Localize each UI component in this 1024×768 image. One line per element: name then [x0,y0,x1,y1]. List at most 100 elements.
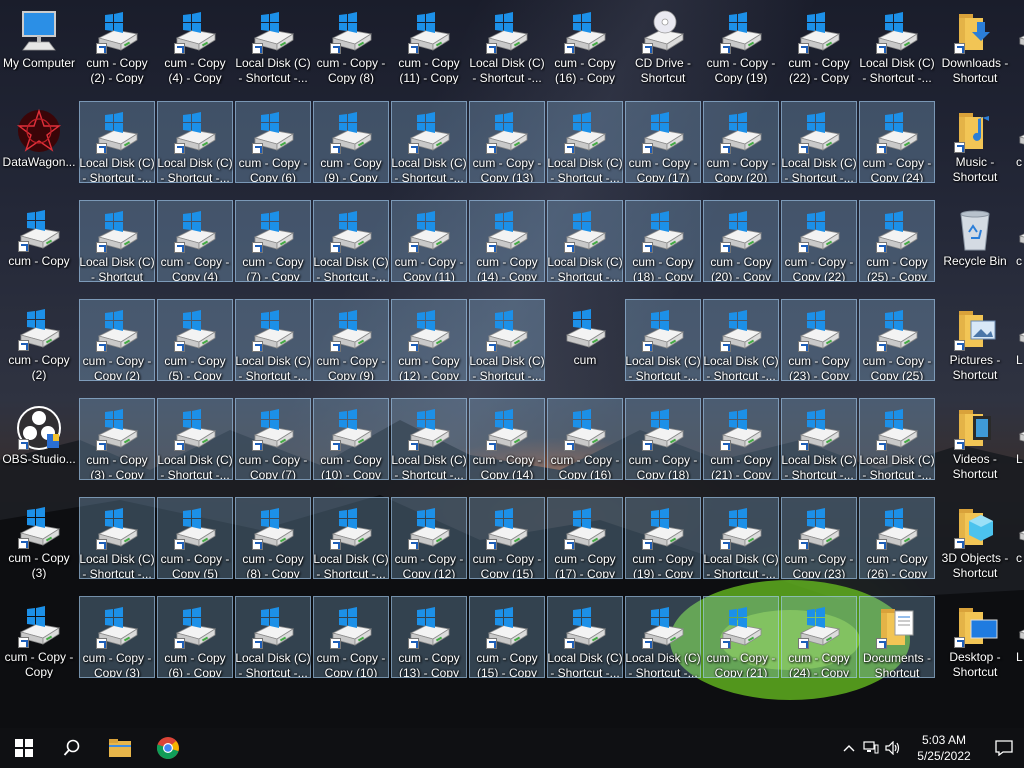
desktop-icon-r3c10[interactable]: cum - Copy - Copy (25) [859,299,935,381]
desktop-icon-r6c7[interactable]: Local Disk (C) - Shortcut -... [625,596,701,678]
desktop-icon-left-5[interactable]: cum - Copy (3) [1,497,77,579]
desktop-icon-edge-6[interactable]: L [1014,596,1024,678]
desktop[interactable]: My Computer DataWagon... cum - Copy cum - C… [0,0,1024,728]
desktop-icon-r4c2[interactable]: cum - Copy - Copy (7) [235,398,311,480]
desktop-icon-r2c1[interactable]: cum - Copy - Copy (4) [157,200,233,282]
desktop-icon-right-2[interactable]: Recycle Bin [937,200,1013,282]
desktop-icon-r4c10[interactable]: Local Disk (C) - Shortcut -... [859,398,935,480]
desktop-icon-edge-4[interactable]: L [1014,398,1024,480]
desktop-icon-r1c0[interactable]: Local Disk (C) - Shortcut -... [79,101,155,183]
desktop-icon-r1c8[interactable]: cum - Copy - Copy (20) [703,101,779,183]
desktop-icon-right-4[interactable]: Videos - Shortcut [937,398,1013,480]
desktop-icon-r3c9[interactable]: cum - Copy (23) - Copy [781,299,857,381]
tray-overflow-button[interactable] [838,728,860,768]
desktop-icon-r6c1[interactable]: cum - Copy (6) - Copy [157,596,233,678]
desktop-icon-r4c7[interactable]: cum - Copy - Copy (18) [625,398,701,480]
desktop-icon-r1c1[interactable]: Local Disk (C) - Shortcut -... [157,101,233,183]
desktop-icon-r0c10[interactable]: Local Disk (C) - Shortcut -... [859,2,935,84]
desktop-icon-r5c3[interactable]: Local Disk (C) - Shortcut -... [313,497,389,579]
desktop-icon-r6c3[interactable]: cum - Copy - Copy (10) [313,596,389,678]
desktop-icon-r6c6[interactable]: Local Disk (C) - Shortcut -... [547,596,623,678]
desktop-icon-left-1[interactable]: DataWagon... [1,101,77,183]
desktop-icon-r4c0[interactable]: cum - Copy (3) - Copy [79,398,155,480]
desktop-icon-r0c5[interactable]: Local Disk (C) - Shortcut -... [469,2,545,84]
desktop-icon-r6c8[interactable]: cum - Copy - Copy (21) [703,596,779,678]
desktop-icon-r5c6[interactable]: cum - Copy (17) - Copy [547,497,623,579]
desktop-icon-edge-0[interactable] [1014,2,1024,84]
desktop-icon-r3c2[interactable]: Local Disk (C) - Shortcut -... [235,299,311,381]
desktop-icon-r0c0[interactable]: cum - Copy (2) - Copy [79,2,155,84]
desktop-icon-r2c5[interactable]: cum - Copy (14) - Copy [469,200,545,282]
desktop-icon-r6c9[interactable]: cum - Copy (24) - Copy [781,596,857,678]
desktop-icon-r6c0[interactable]: cum - Copy - Copy (3) [79,596,155,678]
desktop-icon-r5c2[interactable]: cum - Copy (8) - Copy [235,497,311,579]
desktop-icon-r2c9[interactable]: cum - Copy - Copy (22) [781,200,857,282]
desktop-icon-r1c10[interactable]: cum - Copy - Copy (24) [859,101,935,183]
desktop-icon-r4c8[interactable]: cum - Copy (21) - Copy [703,398,779,480]
desktop-icon-r5c4[interactable]: cum - Copy - Copy (12) [391,497,467,579]
desktop-icon-left-4[interactable]: OBS-Studio... [1,398,77,480]
desktop-icon-right-6[interactable]: Desktop - Shortcut [937,596,1013,678]
desktop-icon-right-3[interactable]: Pictures - Shortcut [937,299,1013,381]
desktop-icon-r3c1[interactable]: cum - Copy (5) - Copy [157,299,233,381]
desktop-icon-r4c3[interactable]: cum - Copy (10) - Copy [313,398,389,480]
desktop-icon-r5c0[interactable]: Local Disk (C) - Shortcut -... [79,497,155,579]
desktop-icon-r2c0[interactable]: Local Disk (C) - Shortcut [79,200,155,282]
desktop-icon-r2c7[interactable]: cum - Copy (18) - Copy [625,200,701,282]
desktop-icon-r1c9[interactable]: Local Disk (C) - Shortcut -... [781,101,857,183]
desktop-icon-left-3[interactable]: cum - Copy (2) [1,299,77,381]
desktop-icon-r1c5[interactable]: cum - Copy - Copy (13) [469,101,545,183]
desktop-icon-r5c5[interactable]: cum - Copy - Copy (15) [469,497,545,579]
desktop-icon-r5c7[interactable]: cum - Copy (19) - Copy [625,497,701,579]
desktop-icon-r2c10[interactable]: cum - Copy (25) - Copy [859,200,935,282]
desktop-icon-r4c5[interactable]: cum - Copy - Copy (14) [469,398,545,480]
desktop-icon-r0c6[interactable]: cum - Copy (16) - Copy [547,2,623,84]
desktop-icon-r3c0[interactable]: cum - Copy - Copy (2) [79,299,155,381]
desktop-icon-r3c6[interactable]: cum [547,299,623,381]
desktop-icon-r0c2[interactable]: Local Disk (C) - Shortcut -... [235,2,311,84]
desktop-icon-r5c10[interactable]: cum - Copy (26) - Copy [859,497,935,579]
desktop-icon-r6c2[interactable]: Local Disk (C) - Shortcut -... [235,596,311,678]
desktop-icon-r1c2[interactable]: cum - Copy - Copy (6) [235,101,311,183]
desktop-icon-r1c6[interactable]: Local Disk (C) - Shortcut -... [547,101,623,183]
desktop-icon-r5c1[interactable]: cum - Copy - Copy (5) [157,497,233,579]
desktop-icon-r1c3[interactable]: cum - Copy (9) - Copy [313,101,389,183]
desktop-icon-r3c7[interactable]: Local Disk (C) - Shortcut -... [625,299,701,381]
desktop-icon-left-6[interactable]: cum - Copy - Copy [1,596,77,678]
desktop-icon-right-1[interactable]: Music - Shortcut [937,101,1013,183]
desktop-icon-r4c9[interactable]: Local Disk (C) - Shortcut -... [781,398,857,480]
desktop-icon-r2c6[interactable]: Local Disk (C) - Shortcut -... [547,200,623,282]
desktop-icon-r1c7[interactable]: cum - Copy - Copy (17) [625,101,701,183]
desktop-icon-r0c3[interactable]: cum - Copy - Copy (8) [313,2,389,84]
desktop-icon-edge-2[interactable]: c [1014,200,1024,282]
action-center-button[interactable] [984,728,1024,768]
desktop-icon-r0c8[interactable]: cum - Copy - Copy (19) [703,2,779,84]
desktop-icon-edge-5[interactable]: c [1014,497,1024,579]
desktop-icon-right-0[interactable]: Downloads - Shortcut [937,2,1013,84]
desktop-icon-left-2[interactable]: cum - Copy [1,200,77,282]
desktop-icon-r0c7[interactable]: CD Drive - Shortcut [625,2,701,84]
taskbar-clock[interactable]: 5:03 AM 5/25/2022 [904,732,984,764]
desktop-icon-r3c4[interactable]: cum - Copy (12) - Copy [391,299,467,381]
desktop-icon-r4c6[interactable]: cum - Copy - Copy (16) [547,398,623,480]
desktop-icon-r3c8[interactable]: Local Disk (C) - Shortcut -... [703,299,779,381]
desktop-icon-left-0[interactable]: My Computer [1,2,77,84]
desktop-icon-r3c3[interactable]: cum - Copy - Copy (9) [313,299,389,381]
start-button[interactable] [0,728,48,768]
desktop-icon-r2c4[interactable]: cum - Copy - Copy (11) [391,200,467,282]
desktop-icon-r3c5[interactable]: Local Disk (C) - Shortcut -... [469,299,545,381]
file-explorer-taskbar-button[interactable] [96,728,144,768]
desktop-icon-r0c1[interactable]: cum - Copy (4) - Copy [157,2,233,84]
desktop-icon-r6c4[interactable]: cum - Copy (13) - Copy [391,596,467,678]
desktop-icon-r2c8[interactable]: cum - Copy (20) - Copy [703,200,779,282]
chrome-taskbar-button[interactable] [144,728,192,768]
desktop-icon-r6c10[interactable]: Documents - Shortcut [859,596,935,678]
desktop-icon-r4c1[interactable]: Local Disk (C) - Shortcut -... [157,398,233,480]
desktop-icon-right-5[interactable]: 3D Objects - Shortcut [937,497,1013,579]
network-button[interactable] [860,728,882,768]
desktop-icon-r5c9[interactable]: cum - Copy - Copy (23) [781,497,857,579]
desktop-icon-r2c3[interactable]: Local Disk (C) - Shortcut -... [313,200,389,282]
desktop-icon-r1c4[interactable]: Local Disk (C) - Shortcut -... [391,101,467,183]
desktop-icon-r6c5[interactable]: cum - Copy (15) - Copy [469,596,545,678]
volume-button[interactable] [882,728,904,768]
